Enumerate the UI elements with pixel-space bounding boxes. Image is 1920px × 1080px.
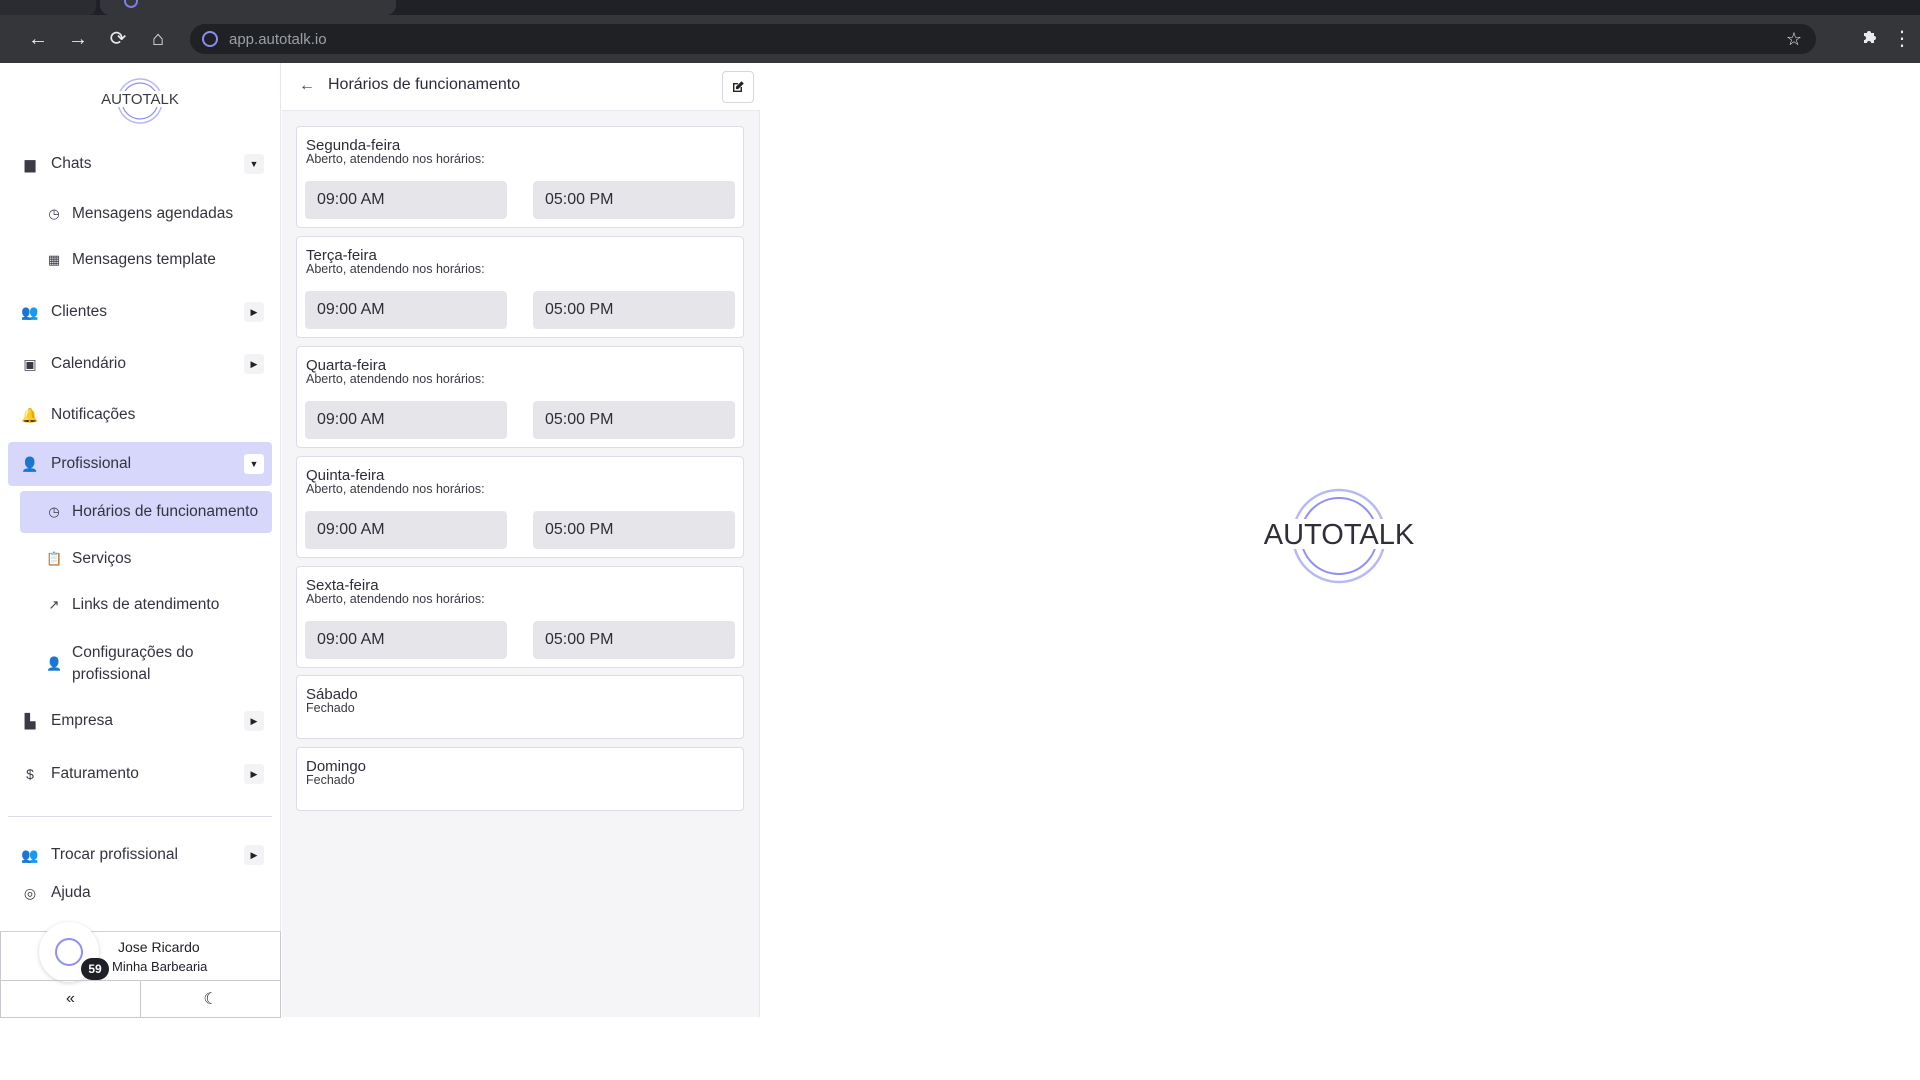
home-icon[interactable]: ⌂: [146, 27, 170, 51]
help-icon: ◎: [23, 885, 37, 901]
site-info-icon[interactable]: [202, 31, 218, 47]
browser-tabstrip: [0, 0, 1920, 15]
user-gear-icon: 👤: [46, 656, 63, 671]
collapse-sidebar-button[interactable]: «: [1, 981, 140, 1017]
company-name: Minha Barbearia: [112, 959, 208, 974]
chevron-right-icon[interactable]: ▶: [244, 354, 264, 374]
day-card-tuesday: Terça-feira Aberto, atendendo nos horári…: [296, 236, 744, 338]
sidebar-item-calendar[interactable]: ▣ Calendário ▶: [8, 342, 272, 386]
sidebar-item-billing[interactable]: $ Faturamento ▶: [8, 752, 272, 796]
building-icon: ▙: [24, 712, 36, 729]
moon-icon: ☾: [203, 991, 218, 1008]
notification-count-badge: 59: [81, 958, 109, 980]
sidebar-item-template-messages[interactable]: ▦ Mensagens template: [20, 239, 272, 281]
browser-menu-icon[interactable]: ⋮: [1890, 27, 1914, 51]
user-info[interactable]: 59 Jose Ricardo Minha Barbearia: [0, 922, 281, 982]
sidebar: AUTOTALK ▆ Chats ▼ ◷ Mensagens agendadas…: [0, 63, 281, 1018]
chevron-right-icon[interactable]: ▶: [244, 764, 264, 784]
autotalk-logo-large: AUTOTALK: [1254, 488, 1424, 584]
day-card-sunday: Domingo Fechado: [296, 747, 744, 811]
user-name: Jose Ricardo: [118, 939, 200, 955]
close-time-field[interactable]: 05:00 PM: [533, 401, 735, 439]
browser-toolbar: ← → ⟳ ⌂ app.autotalk.io ☆ ⋮: [0, 15, 1920, 63]
close-time-field[interactable]: 05:00 PM: [533, 291, 735, 329]
back-button[interactable]: ←: [296, 75, 318, 97]
sidebar-item-professional[interactable]: 👤 Profissional ▼: [8, 442, 272, 486]
url-text: app.autotalk.io: [229, 31, 327, 48]
sidebar-item-business-hours[interactable]: ◷ Horários de funcionamento: [20, 491, 272, 533]
users-icon: 👥: [21, 846, 39, 863]
user-gear-icon: 👤: [21, 455, 39, 472]
sidebar-item-notifications[interactable]: 🔔 Notificações: [8, 393, 272, 437]
browser-tab[interactable]: [0, 0, 96, 15]
back-arrow-icon[interactable]: ←: [26, 27, 50, 51]
edit-icon: [733, 81, 744, 92]
dollar-icon: $: [26, 766, 34, 782]
forward-arrow-icon[interactable]: →: [66, 27, 90, 51]
close-time-field[interactable]: 05:00 PM: [533, 181, 735, 219]
reload-icon[interactable]: ⟳: [106, 27, 130, 51]
page-title: Horários de funcionamento: [328, 76, 521, 93]
external-link-icon: ↗: [48, 597, 60, 612]
day-status: Aberto, atendendo nos horários:: [306, 592, 485, 606]
open-time-field[interactable]: 09:00 AM: [305, 401, 507, 439]
sidebar-item-service-links[interactable]: ↗ Links de atendimento: [20, 584, 272, 626]
close-time-field[interactable]: 05:00 PM: [533, 511, 735, 549]
svg-text:AUTOTALK: AUTOTALK: [1264, 519, 1415, 551]
day-status: Fechado: [306, 701, 355, 715]
chevron-down-icon[interactable]: ▼: [244, 154, 264, 174]
open-time-field[interactable]: 09:00 AM: [305, 511, 507, 549]
chevron-right-icon[interactable]: ▶: [244, 845, 264, 865]
sidebar-divider: [8, 816, 272, 817]
day-card-friday: Sexta-feira Aberto, atendendo nos horári…: [296, 566, 744, 668]
open-time-field[interactable]: 09:00 AM: [305, 621, 507, 659]
sidebar-item-company[interactable]: ▙ Empresa ▶: [8, 699, 272, 743]
day-card-wednesday: Quarta-feira Aberto, atendendo nos horár…: [296, 346, 744, 448]
user-profile-box: 59 Jose Ricardo Minha Barbearia « ☾: [0, 922, 281, 1018]
sidebar-item-professional-settings[interactable]: 👤 Configurações do profissional: [20, 636, 272, 692]
calendar-icon: ▣: [23, 355, 37, 372]
bookmark-star-icon[interactable]: ☆: [1782, 27, 1806, 51]
chevron-down-icon[interactable]: ▼: [244, 454, 264, 474]
day-status: Aberto, atendendo nos horários:: [306, 262, 485, 276]
open-time-field[interactable]: 09:00 AM: [305, 181, 507, 219]
open-time-field[interactable]: 09:00 AM: [305, 291, 507, 329]
favicon-icon: [124, 0, 138, 8]
users-icon: 👥: [21, 303, 39, 320]
sidebar-item-services[interactable]: 📋 Serviços: [20, 538, 272, 580]
day-status: Aberto, atendendo nos horários:: [306, 372, 485, 386]
autotalk-ring-icon: [55, 938, 83, 966]
double-chevron-left-icon: «: [66, 990, 75, 1007]
dark-mode-toggle[interactable]: ☾: [140, 981, 280, 1017]
user-actions: « ☾: [0, 980, 281, 1018]
business-hours-panel: ← Horários de funcionamento Segunda-feir…: [282, 63, 760, 1017]
autotalk-logo-small: AUTOTALK: [100, 78, 180, 124]
chat-bubble-icon: ▆: [24, 155, 36, 172]
day-card-thursday: Quinta-feira Aberto, atendendo nos horár…: [296, 456, 744, 558]
bell-icon: 🔔: [21, 406, 39, 423]
browser-tab-active[interactable]: [100, 0, 396, 15]
chevron-right-icon[interactable]: ▶: [244, 711, 264, 731]
clock-icon: ◷: [48, 504, 60, 519]
sidebar-item-clients[interactable]: 👥 Clientes ▶: [8, 290, 272, 334]
sidebar-item-scheduled-messages[interactable]: ◷ Mensagens agendadas: [20, 193, 272, 235]
svg-text:AUTOTALK: AUTOTALK: [101, 91, 179, 108]
sidebar-item-help[interactable]: ◎ Ajuda: [8, 882, 272, 902]
edit-button[interactable]: [722, 71, 754, 103]
day-status: Fechado: [306, 773, 355, 787]
day-card-saturday: Sábado Fechado: [296, 675, 744, 739]
close-time-field[interactable]: 05:00 PM: [533, 621, 735, 659]
clipboard-icon: 📋: [46, 551, 63, 566]
clock-icon: ◷: [48, 206, 60, 221]
address-bar[interactable]: app.autotalk.io ☆: [190, 24, 1816, 54]
template-icon: ▦: [47, 252, 61, 267]
chevron-right-icon[interactable]: ▶: [244, 302, 264, 322]
sidebar-item-chats[interactable]: ▆ Chats ▼: [8, 142, 272, 186]
day-status: Aberto, atendendo nos horários:: [306, 152, 485, 166]
sidebar-item-switch-professional[interactable]: 👥 Trocar profissional ▶: [8, 833, 272, 877]
day-status: Aberto, atendendo nos horários:: [306, 482, 485, 496]
panel-header: ← Horários de funcionamento: [282, 63, 760, 111]
day-card-monday: Segunda-feira Aberto, atendendo nos horá…: [296, 126, 744, 228]
extensions-puzzle-icon[interactable]: [1858, 27, 1882, 51]
